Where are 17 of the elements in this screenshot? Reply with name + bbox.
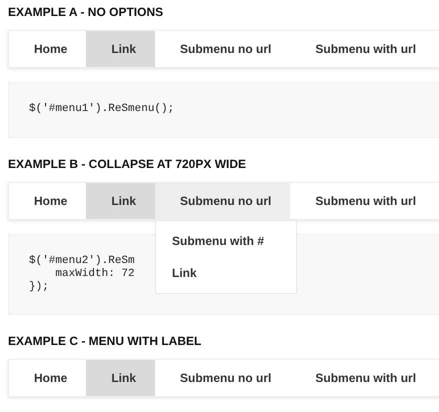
submenu-item[interactable]: Link <box>156 257 296 289</box>
menu-item[interactable]: Submenu no url <box>155 360 290 396</box>
menu-item[interactable]: Home <box>9 183 86 219</box>
section-heading: EXAMPLE B - COLLAPSE AT 720PX WIDE <box>8 156 248 172</box>
menu-item[interactable]: Submenu with url <box>290 31 436 67</box>
menu-item[interactable]: Submenu no url <box>155 183 290 219</box>
section-heading: EXAMPLE C - MENU WITH LABEL <box>8 333 202 349</box>
menu-item[interactable]: Link <box>86 31 156 67</box>
menu-item[interactable]: Link <box>86 183 156 219</box>
menu-item[interactable]: Submenu with url <box>290 360 436 396</box>
menu-item[interactable]: Link <box>86 360 156 396</box>
code-block: $('#menu1').ReSmenu(); <box>8 82 439 138</box>
menu-item[interactable]: Home <box>9 360 86 396</box>
section-heading: EXAMPLE A - NO OPTIONS <box>8 4 164 20</box>
menu-item[interactable]: Submenu with url <box>290 183 436 219</box>
menu-item[interactable]: Submenu no url <box>155 31 290 67</box>
menu-item[interactable]: Home <box>9 31 86 67</box>
